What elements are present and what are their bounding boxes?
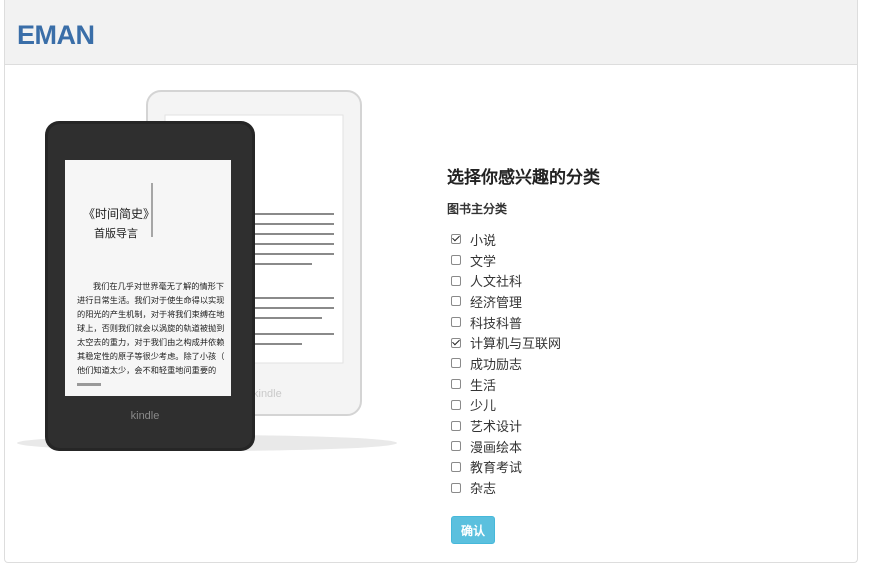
checkbox[interactable] [451,337,461,348]
category-option[interactable]: 漫画绘本 [447,436,827,457]
kindle-black-device: 《时间简史》 首版导言 我们在几乎对世界毫无了解的情形下 进行日常生活。我们对于… [45,121,255,451]
category-option[interactable]: 教育考试 [447,457,827,478]
category-label: 成功励志 [470,357,523,373]
checkbox[interactable] [451,296,461,307]
category-label: 经济管理 [470,295,523,311]
category-form: 选择你感兴趣的分类 图书主分类 小说 文学 人文社科 经济管理 科技科普 计算机… [447,165,827,544]
book-subtitle: 首版导言 [94,226,138,240]
category-options: 小说 文学 人文社科 经济管理 科技科普 计算机与互联网 成功励志 生活 少儿 … [447,229,827,498]
checkbox[interactable] [451,441,461,452]
checkbox[interactable] [451,358,461,369]
category-option[interactable]: 生活 [447,374,827,395]
category-option[interactable]: 人文社科 [447,270,827,291]
book-title: 《时间简史》 [83,207,155,221]
category-option[interactable]: 科技科普 [447,312,827,333]
book-line: 太空去的重力，对于我们由之构成并依赖 [77,337,224,347]
category-option[interactable]: 少儿 [447,395,827,416]
category-option[interactable]: 艺术设计 [447,415,827,436]
category-label: 文学 [470,254,497,270]
book-line: 他们知道太少，会不和轻重地问重要的 [77,365,216,375]
category-option[interactable]: 成功励志 [447,353,827,374]
checkbox[interactable] [451,234,461,245]
checkbox[interactable] [451,255,461,266]
kindle-back-label: kindle [253,388,282,400]
book-line: 其稳定性的原子等很少考虑。除了小孩（ [77,351,224,361]
kindle-front-label: kindle [131,410,160,422]
category-label: 人文社科 [470,275,523,291]
main-panel: EMAN kindle 《时间简史》 首版导言 我们在几乎对世界毫无了解的情形下… [4,0,858,563]
checkbox[interactable] [451,482,461,493]
category-label: 少儿 [470,399,497,415]
category-label: 科技科普 [470,316,523,332]
category-option[interactable]: 计算机与互联网 [447,332,827,353]
category-option[interactable]: 文学 [447,250,827,271]
kindle-illustration: kindle 《时间简史》 首版导言 我们在几乎对世界毫无了解的情形下 进行日常… [17,90,397,451]
category-label: 计算机与互联网 [470,337,562,353]
category-label: 杂志 [470,482,497,498]
category-label: 教育考试 [470,461,523,477]
category-label: 小说 [470,233,497,249]
confirm-button[interactable]: 确认 [451,516,495,544]
section-label: 图书主分类 [447,202,508,216]
category-option[interactable]: 小说 [447,229,827,250]
checkbox[interactable] [451,461,461,472]
book-line: 的阳光的产生机制，对于将我们束缚在地 [77,309,224,319]
form-title: 选择你感兴趣的分类 [447,168,600,188]
category-option[interactable]: 杂志 [447,477,827,498]
checkbox[interactable] [451,379,461,390]
category-label: 艺术设计 [470,420,523,436]
category-label: 漫画绘本 [470,440,523,456]
checkbox[interactable] [451,275,461,286]
header-bar: EMAN [5,0,857,65]
checkbox[interactable] [451,317,461,328]
book-line: 球上，否则我们就会以涡旋的轨道被抛到 [77,323,224,333]
checkbox[interactable] [451,420,461,431]
category-label: 生活 [470,378,497,394]
category-option[interactable]: 经济管理 [447,291,827,312]
checkbox[interactable] [451,399,461,410]
book-line: 进行日常生活。我们对于使生命得以实现 [77,295,224,305]
brand-logo[interactable]: EMAN [17,20,95,51]
book-line: 我们在几乎对世界毫无了解的情形下 [93,281,224,291]
